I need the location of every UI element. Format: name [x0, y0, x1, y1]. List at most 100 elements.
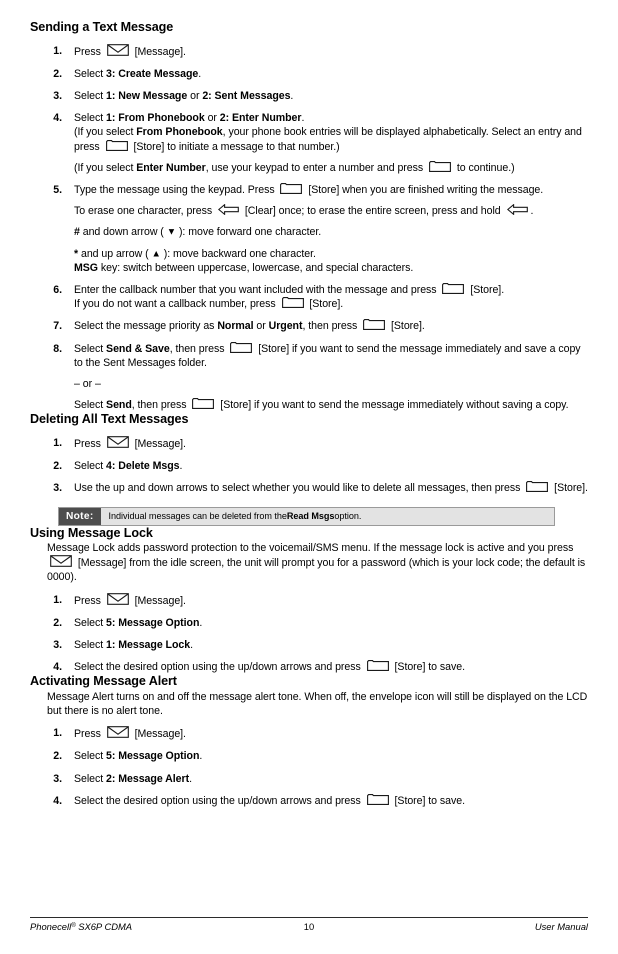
step-item: 1. Press [Message].: [30, 592, 588, 608]
triangle-arrow-icon: ▼: [166, 226, 177, 238]
footer-product-name: Phonecell® SX6P CDMA: [30, 921, 133, 932]
emphasis-term: Normal: [217, 320, 254, 333]
step-text: Select 1: From Phonebook or 2: Enter Num…: [74, 112, 305, 125]
emphasis-term: Enter Number: [136, 161, 206, 174]
step-item: 6. Enter the callback number that you wan…: [30, 283, 588, 311]
store-softkey-icon: [281, 297, 304, 309]
step-text: Select 1: Message Lock.: [74, 638, 193, 651]
step-number: 2.: [53, 616, 62, 629]
section-heading-sending-a-text-message: Sending a Text Message: [30, 20, 174, 34]
step-text: Use the up and down arrows to select whe…: [74, 481, 588, 495]
emphasis-term: 3: Create Message: [106, 67, 199, 80]
step-text: Press [Message].: [74, 592, 186, 607]
step-number: 4.: [53, 794, 62, 807]
step-text: Select the message priority as Normal or…: [74, 319, 425, 333]
triangle-arrow-icon: ▲: [151, 248, 161, 260]
step-item: 5. Type the message using the keypad. Pre…: [30, 183, 588, 275]
step-item: 3. Select 1: Message Lock.: [30, 638, 588, 652]
step-item: 3. Use the up and down arrows to select w…: [30, 481, 588, 495]
step-list-sending-a-text-message: 1. Press [Message]. 2. Select 3: Create Mes…: [30, 43, 588, 413]
emphasis-term: Send: [106, 399, 132, 412]
section-heading-activating-message-alert: Activating Message Alert: [30, 674, 177, 689]
step-number: 4.: [53, 661, 62, 674]
step-number: 4.: [53, 112, 62, 125]
emphasis-term: 4: Delete Msgs: [106, 460, 180, 473]
emphasis-term: 2: Enter Number: [219, 112, 302, 125]
emphasis-term: Urgent: [268, 320, 303, 333]
step-item: 4. Select the desired option using the up…: [30, 660, 588, 674]
store-softkey-icon: [280, 183, 303, 194]
step-subline: If you do not want a callback number, pr…: [74, 297, 344, 311]
clear-left-arrow-icon: [506, 204, 528, 216]
step-number: 2.: [53, 67, 62, 80]
step-item: 7. Select the message priority as Normal …: [30, 319, 588, 333]
step-text: Select Send & Save, then press [Store] i…: [74, 341, 581, 369]
note-text: Individual messages can be deleted from …: [100, 507, 554, 525]
step-text: Enter the callback number that you want …: [74, 283, 505, 296]
envelope-icon: [50, 555, 72, 568]
page-content: Sending a Text Message 1. Press [Message].…: [30, 20, 588, 808]
step-item: 8. Select Send & Save, then press [Store]…: [30, 341, 588, 413]
step-item: 1. Press [Message].: [30, 436, 588, 451]
step-list-deleting-all-text-messages: 1. Press [Message]. 2. Select 4: Delete Msg…: [30, 436, 588, 496]
step-item: 1. Press [Message].: [30, 43, 588, 59]
store-softkey-icon: [526, 481, 549, 493]
step-number: 2.: [53, 750, 62, 763]
step-subline: – or –: [74, 377, 101, 390]
step-text: Select 5: Message Option.: [74, 750, 203, 763]
section-intro-activating-message-alert: Message Alert turns on and off the messa…: [47, 691, 588, 718]
step-list-activating-message-alert: 1. Press [Message]. 2. Select 5: Message Op…: [30, 726, 588, 808]
step-number: 5.: [53, 184, 62, 197]
step-item: 4. Select 1: From Phonebook or 2: Enter N…: [30, 111, 588, 175]
step-number: 6.: [53, 283, 62, 296]
registered-mark-icon: ®: [71, 923, 76, 929]
step-item: 4. Select the desired option using the up…: [30, 793, 588, 808]
step-text: Select 1: New Message or 2: Sent Message…: [74, 90, 294, 103]
store-softkey-icon: [442, 283, 465, 294]
emphasis-term: Read Msgs: [286, 511, 335, 522]
emphasis-term: *: [74, 247, 79, 260]
note-label: Note:: [59, 507, 101, 525]
emphasis-term: 1: New Message: [106, 90, 188, 103]
step-number: 2.: [53, 460, 62, 473]
step-text: Select the desired option using the up/d…: [74, 660, 465, 674]
step-text: Select the desired option using the up/d…: [74, 793, 465, 807]
emphasis-term: 1: From Phonebook: [106, 112, 205, 125]
store-softkey-icon: [363, 319, 386, 331]
note-box: Note: Individual messages can be deleted …: [58, 506, 555, 526]
step-number: 3.: [53, 638, 62, 651]
emphasis-term: 5: Message Option: [106, 616, 200, 629]
step-text: Select 2: Message Alert.: [74, 772, 192, 785]
emphasis-term: #: [74, 226, 80, 239]
emphasis-term: 1: Message Lock: [106, 638, 191, 651]
envelope-icon: [106, 43, 129, 56]
store-softkey-icon: [366, 660, 389, 672]
step-number: 7.: [53, 320, 62, 333]
section-heading-deleting-all-text-messages: Deleting All Text Messages: [30, 412, 189, 427]
step-number: 3.: [53, 90, 62, 103]
store-softkey-icon: [192, 398, 215, 410]
envelope-icon: [106, 592, 129, 605]
step-number: 1.: [53, 593, 62, 606]
step-text: Press [Message].: [74, 43, 186, 58]
clear-left-arrow-icon: [218, 204, 239, 216]
store-softkey-icon: [230, 341, 253, 353]
step-subline: MSG key: switch between uppercase, lower…: [74, 261, 414, 274]
step-item: 2. Select 5: Message Option.: [30, 749, 588, 763]
store-softkey-icon: [366, 793, 389, 805]
step-text: Select 5: Message Option.: [74, 616, 203, 629]
step-number: 1.: [53, 437, 62, 450]
step-list-using-message-lock: 1. Press [Message]. 2. Select 5: Message Op…: [30, 592, 588, 675]
emphasis-term: 2: Message Alert: [106, 772, 190, 785]
step-subline: # and down arrow ( ▼ ): move forward one…: [74, 226, 322, 239]
step-item: 2. Select 3: Create Message.: [30, 67, 588, 81]
envelope-icon: [106, 726, 129, 739]
step-number: 8.: [53, 342, 62, 355]
manual-page: Sending a Text Message 1. Press [Message].…: [0, 0, 618, 954]
step-text: Select 4: Delete Msgs.: [74, 460, 183, 473]
emphasis-term: Send & Save: [106, 342, 170, 355]
step-subline: * and up arrow ( ▲ ): move backward one …: [74, 247, 316, 260]
step-item: 3. Select 2: Message Alert.: [30, 772, 588, 786]
step-item: 1. Press [Message].: [30, 726, 588, 741]
step-item: 2. Select 5: Message Option.: [30, 616, 588, 630]
